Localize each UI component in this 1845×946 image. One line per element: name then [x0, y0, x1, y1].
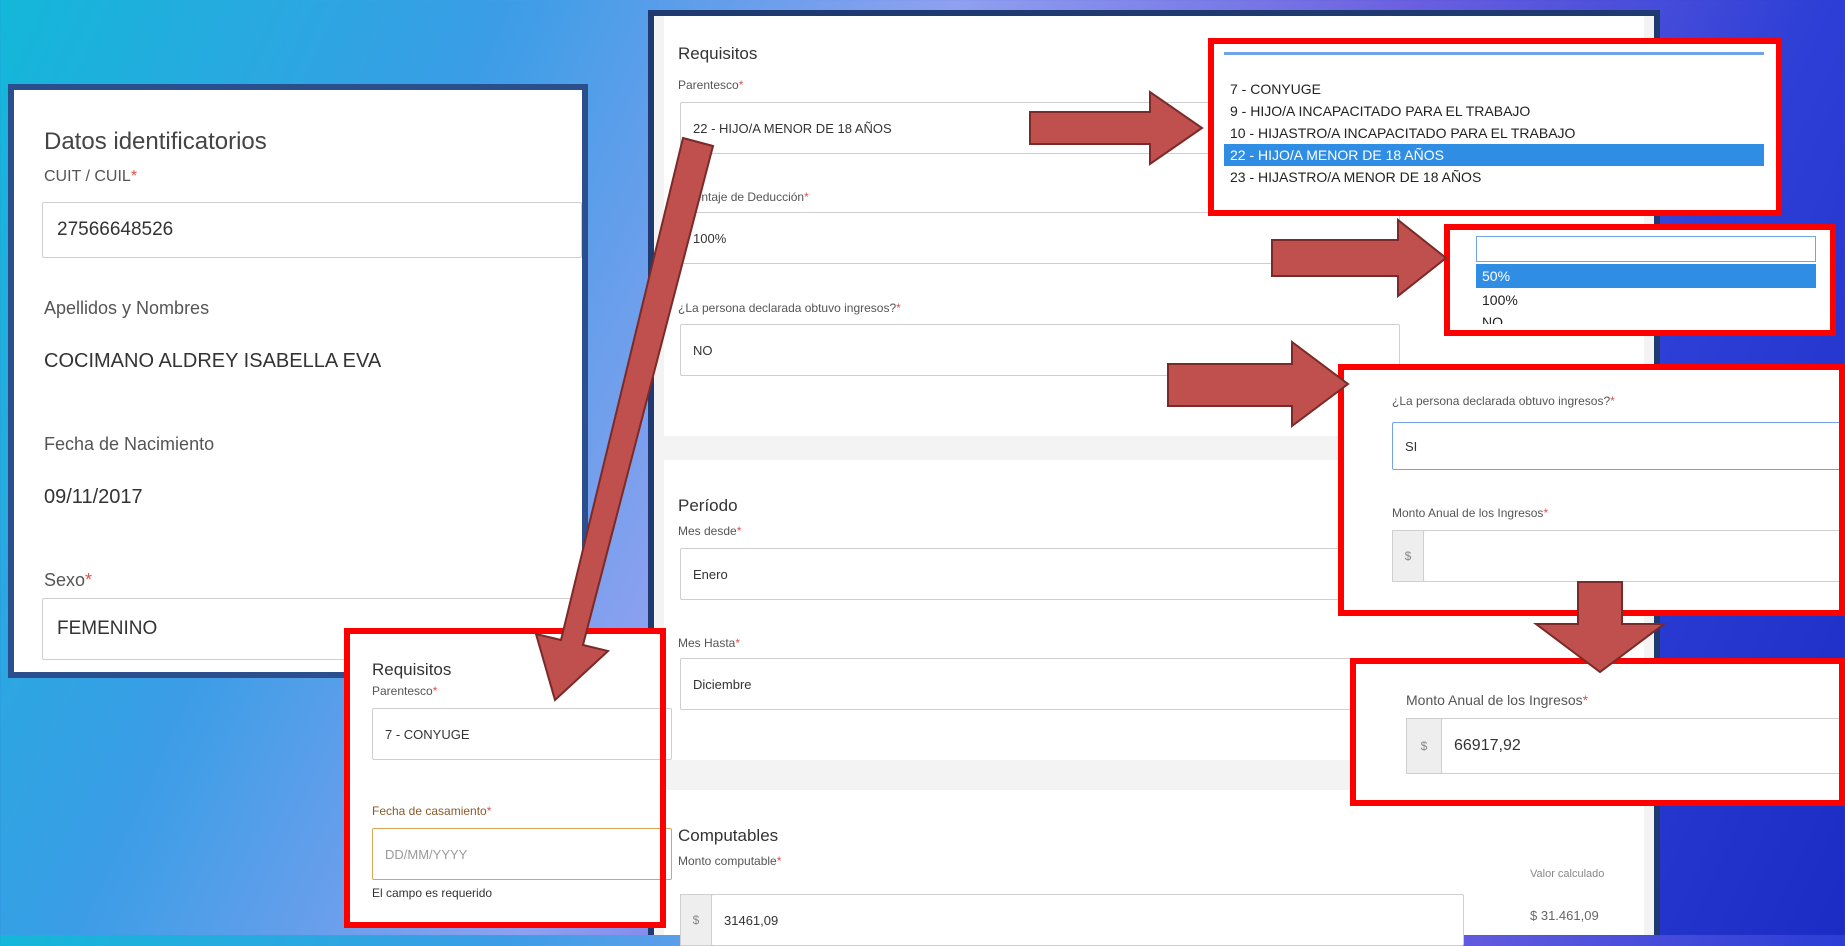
- arrow-ingresos: [1167, 340, 1350, 428]
- annotation-arrows: [534, 90, 1667, 702]
- arrow-diagonal: [534, 136, 715, 702]
- arrow-porcentaje: [1271, 217, 1448, 299]
- arrow-monto-down: [1533, 581, 1667, 674]
- arrow-parentesco: [1029, 90, 1204, 166]
